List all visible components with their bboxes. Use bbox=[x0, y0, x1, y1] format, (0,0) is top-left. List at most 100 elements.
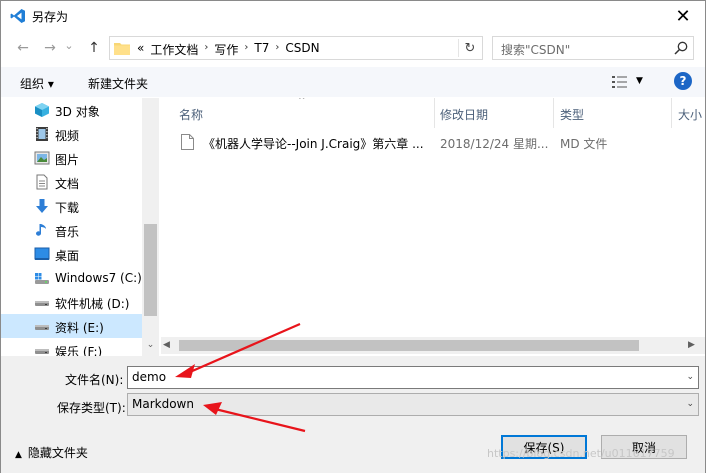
filetype-select[interactable]: Markdown ⌄ bbox=[127, 393, 699, 416]
filename-field[interactable]: demo ⌄ bbox=[127, 366, 699, 389]
scroll-right-icon[interactable]: ▶ bbox=[688, 340, 695, 350]
up-arrow-icon: ↑ bbox=[88, 40, 100, 56]
chevron-right-icon[interactable]: › bbox=[241, 41, 251, 58]
sidebar-item-music[interactable]: 音乐 bbox=[1, 218, 142, 242]
file-type: MD 文件 bbox=[560, 137, 608, 151]
sidebar-item-documents[interactable]: 文档 bbox=[1, 170, 142, 194]
sidebar-item-label: 软件机械 (D:) bbox=[55, 297, 130, 311]
hide-folders-label: 隐藏文件夹 bbox=[27, 446, 88, 460]
sidebar-item-label: 音乐 bbox=[55, 225, 80, 239]
close-icon: ✕ bbox=[675, 5, 691, 27]
window-title: 另存为 bbox=[32, 10, 69, 24]
address-bar[interactable]: « 工作文档 › 写作 › T7 › CSDN ↻ bbox=[109, 36, 483, 60]
back-arrow-icon: ← bbox=[17, 40, 29, 56]
breadcrumb-item[interactable]: T7 bbox=[251, 41, 272, 58]
chevron-right-icon[interactable]: › bbox=[272, 41, 282, 58]
scroll-left-icon[interactable]: ◀ bbox=[163, 340, 170, 350]
file-name: 《机器人学导论--Join J.Craig》第六章 ... bbox=[203, 137, 424, 151]
breadcrumb-item[interactable]: CSDN bbox=[282, 41, 322, 58]
sidebar-item-drive-c[interactable]: Windows7 (C:) bbox=[1, 266, 142, 290]
drive-icon bbox=[35, 349, 49, 354]
documents-icon bbox=[36, 174, 48, 190]
navigation-pane: 3D 对象 视频 图片 文档 下载 音乐 桌面 Windows7 (C:) 软件… bbox=[1, 98, 159, 356]
back-button[interactable]: ← bbox=[14, 39, 32, 57]
up-button[interactable]: ↑ bbox=[85, 39, 103, 57]
file-modified: 2018/12/24 星期... bbox=[440, 137, 549, 151]
folder-icon bbox=[114, 43, 130, 55]
view-dropdown-caret[interactable]: ▼ bbox=[636, 76, 643, 86]
chevron-up-icon: ▲ bbox=[15, 450, 22, 460]
drive-icon bbox=[35, 301, 49, 306]
navigation-scrollbar[interactable]: ⌄ bbox=[142, 98, 159, 356]
sidebar-item-3d-objects[interactable]: 3D 对象 bbox=[1, 98, 142, 122]
breadcrumb-overflow[interactable]: « bbox=[134, 41, 147, 58]
new-folder-button[interactable]: 新建文件夹 bbox=[88, 75, 148, 92]
system-drive-icon bbox=[35, 273, 49, 284]
horizontal-scrollbar[interactable]: ◀ ▶ bbox=[161, 337, 705, 354]
sidebar-item-label: 视频 bbox=[55, 129, 80, 143]
sidebar-item-label: 桌面 bbox=[55, 249, 80, 263]
forward-button[interactable]: → bbox=[41, 39, 59, 57]
sidebar-item-desktop[interactable]: 桌面 bbox=[1, 242, 142, 266]
watermark: https://blog.csdn.net/u011617759 bbox=[487, 447, 675, 460]
recent-locations-button[interactable]: ⌄ bbox=[63, 36, 75, 54]
refresh-icon: ↻ bbox=[464, 40, 476, 56]
sidebar-item-label: 文档 bbox=[55, 177, 80, 191]
sidebar-item-label: 娱乐 (F:) bbox=[55, 345, 103, 356]
column-header-type[interactable]: 类型 bbox=[554, 98, 672, 128]
chevron-down-icon[interactable]: ⌄ bbox=[686, 372, 694, 382]
sidebar-item-downloads[interactable]: 下载 bbox=[1, 194, 142, 218]
view-options-icon[interactable] bbox=[611, 74, 629, 90]
drive-icon bbox=[35, 325, 49, 330]
refresh-button[interactable]: ↻ bbox=[461, 39, 479, 57]
vscode-icon bbox=[10, 9, 25, 23]
address-divider bbox=[458, 39, 459, 57]
sidebar-item-drive-d[interactable]: 软件机械 (D:) bbox=[1, 290, 142, 314]
sidebar-item-label: 3D 对象 bbox=[55, 105, 100, 119]
sidebar-item-label: 图片 bbox=[55, 153, 80, 167]
help-icon[interactable]: ? bbox=[674, 72, 692, 90]
sidebar-item-drive-f[interactable]: 娱乐 (F:) bbox=[1, 338, 142, 356]
column-header-size[interactable]: 大小 bbox=[672, 98, 705, 128]
hide-folders-button[interactable]: ▲ 隐藏文件夹 bbox=[15, 444, 88, 461]
chevron-right-icon[interactable]: › bbox=[201, 41, 211, 58]
sidebar-item-label: 下载 bbox=[55, 201, 80, 215]
3d-objects-icon bbox=[35, 103, 49, 117]
help-label: ? bbox=[679, 74, 687, 88]
file-list: ^ 名称 修改日期 类型 大小 《机器人学导论--Join J.Craig》第六… bbox=[161, 98, 705, 356]
search-input[interactable]: 搜索"CSDN" bbox=[492, 36, 694, 60]
file-icon bbox=[181, 134, 194, 150]
command-bar: 组织 ▾ 新建文件夹 ▼ ? bbox=[1, 67, 705, 97]
filename-value: demo bbox=[132, 370, 167, 384]
chevron-down-icon: ⌄ bbox=[64, 38, 74, 52]
sidebar-item-label: 资料 (E:) bbox=[55, 321, 104, 335]
scrollbar-thumb[interactable] bbox=[179, 340, 639, 351]
search-icon bbox=[674, 41, 688, 55]
close-button[interactable]: ✕ bbox=[661, 1, 705, 31]
music-icon bbox=[36, 224, 46, 236]
navigation-bar: ← → ⌄ ↑ « 工作文档 › 写作 › T7 › CSDN ↻ 搜索"CSD… bbox=[1, 31, 705, 65]
filetype-label: 保存类型(T): bbox=[57, 401, 126, 415]
table-row[interactable]: 《机器人学导论--Join J.Craig》第六章 ... 2018/12/24… bbox=[169, 130, 689, 154]
organize-button[interactable]: 组织 ▾ bbox=[20, 75, 54, 92]
scrollbar-thumb[interactable] bbox=[144, 224, 157, 316]
desktop-icon bbox=[34, 247, 50, 260]
breadcrumb-item[interactable]: 写作 bbox=[211, 41, 241, 58]
title-bar: 另存为 ✕ bbox=[1, 1, 705, 31]
sidebar-item-pictures[interactable]: 图片 bbox=[1, 146, 142, 170]
chevron-down-icon[interactable]: ⌄ bbox=[686, 399, 694, 409]
pictures-icon bbox=[34, 151, 50, 165]
column-header-modified[interactable]: 修改日期 bbox=[434, 98, 554, 128]
sidebar-item-videos[interactable]: 视频 bbox=[1, 122, 142, 146]
sidebar-item-drive-e[interactable]: 资料 (E:) bbox=[1, 314, 142, 338]
scroll-down-icon[interactable]: ⌄ bbox=[142, 340, 159, 354]
breadcrumb: « 工作文档 › 写作 › T7 › CSDN bbox=[134, 41, 323, 58]
video-icon bbox=[36, 127, 48, 141]
sidebar-item-label: Windows7 (C:) bbox=[55, 271, 142, 285]
filename-label: 文件名(N): bbox=[65, 373, 124, 387]
filetype-value: Markdown bbox=[132, 397, 194, 411]
forward-arrow-icon: → bbox=[44, 40, 56, 56]
search-placeholder: 搜索"CSDN" bbox=[501, 43, 571, 57]
column-header-name[interactable]: 名称 bbox=[173, 98, 435, 128]
breadcrumb-item[interactable]: 工作文档 bbox=[147, 41, 201, 58]
